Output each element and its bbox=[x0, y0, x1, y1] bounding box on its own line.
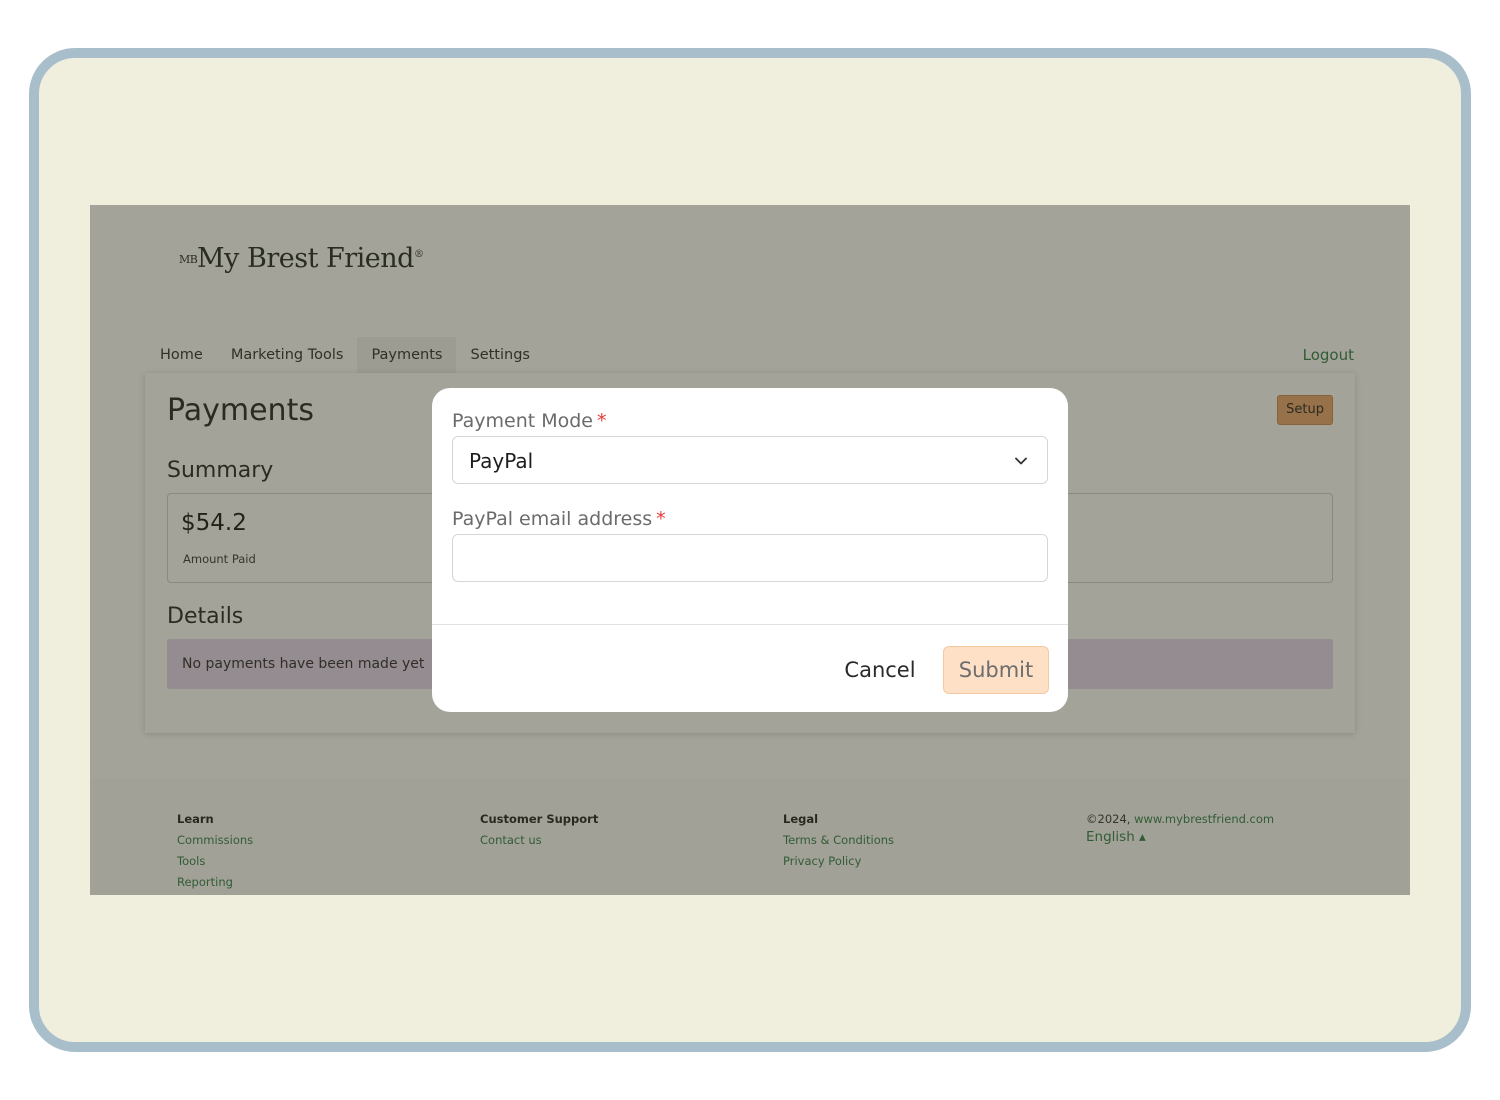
payment-mode-label: Payment Mode * bbox=[452, 410, 607, 432]
paypal-email-label-text: PayPal email address bbox=[452, 508, 653, 530]
payment-setup-modal: Payment Mode * PayPal PayPal email addres… bbox=[432, 388, 1068, 712]
required-marker: * bbox=[597, 410, 607, 432]
cancel-button[interactable]: Cancel bbox=[826, 646, 934, 694]
payment-mode-select[interactable]: PayPal bbox=[452, 436, 1048, 484]
app-window: MBMy Brest Friend® Home Marketing Tools … bbox=[90, 205, 1410, 895]
payment-mode-value: PayPal bbox=[469, 449, 534, 473]
paypal-email-label: PayPal email address * bbox=[452, 508, 666, 530]
paypal-email-input[interactable] bbox=[452, 534, 1048, 582]
modal-divider bbox=[432, 624, 1068, 625]
chevron-down-icon bbox=[1015, 457, 1027, 465]
payment-mode-label-text: Payment Mode bbox=[452, 410, 593, 432]
required-marker: * bbox=[656, 508, 666, 530]
submit-button[interactable]: Submit bbox=[943, 646, 1049, 694]
